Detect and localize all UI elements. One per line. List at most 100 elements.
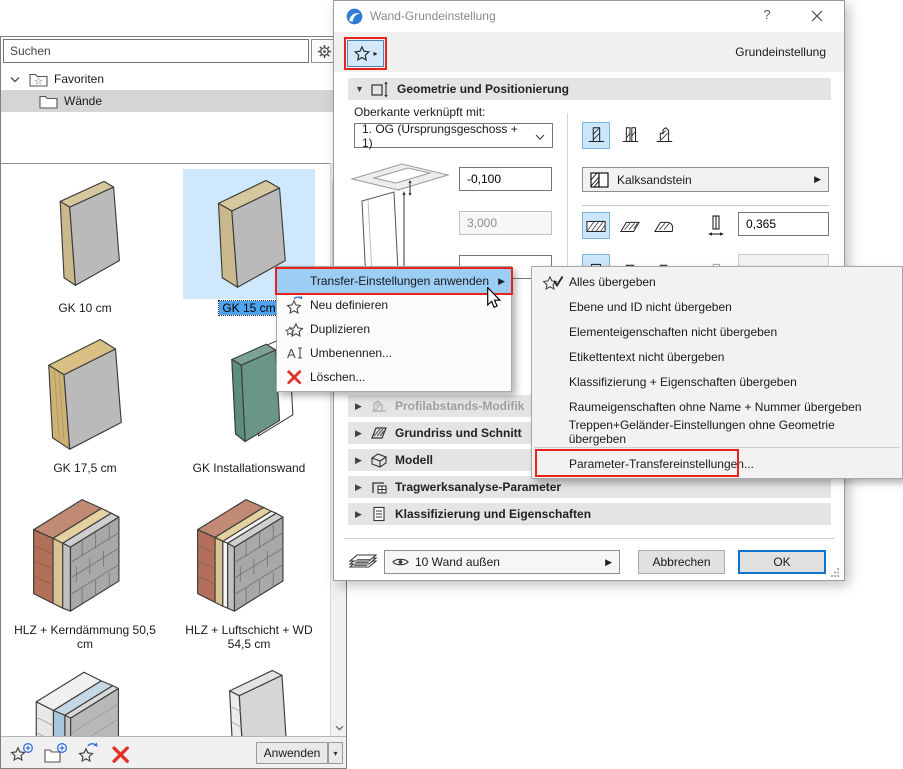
section-geometry[interactable]: ▼ Geometrie und Positionierung <box>348 78 831 100</box>
delete-favorite-icon[interactable] <box>112 742 136 764</box>
mode-label: Grundeinstellung <box>735 45 826 59</box>
star-check-icon <box>539 272 566 292</box>
story-select[interactable]: 1. OG (Ursprungsgeschoss + 1) <box>354 122 553 150</box>
submenu-item-no-label-text[interactable]: Etikettentext nicht übergeben <box>532 344 902 369</box>
duplicate-star-icon <box>282 319 307 339</box>
submenu-arrow-icon: ▶ <box>498 275 505 286</box>
submenu-item-no-layer-id[interactable]: Ebene und ID nicht übergeben <box>532 294 902 319</box>
favorite-item-partial-2[interactable] <box>169 656 329 736</box>
favorite-item-hlz-luftschicht[interactable]: HLZ + Luftschicht + WD 54,5 cm <box>169 485 329 651</box>
submenu-item-no-element-properties[interactable]: Elementeigenschaften nicht übergeben <box>532 319 902 344</box>
wall-height-input[interactable] <box>459 211 552 235</box>
ok-button[interactable]: OK <box>738 550 826 574</box>
submenu-item-parameter-transfer-settings[interactable]: Parameter-Transfereinstellungen... <box>532 451 902 476</box>
divider <box>567 113 568 283</box>
collapse-arrow-icon[interactable]: ▼ <box>355 84 364 94</box>
wall-thumbnail <box>197 499 284 612</box>
wall-thumbnail <box>33 499 120 612</box>
building-material-button[interactable]: Kalksandstein ▶ <box>582 167 829 192</box>
crosssection-full-button[interactable] <box>582 212 610 239</box>
expand-arrow-icon[interactable]: ▶ <box>355 482 363 493</box>
new-folder-icon[interactable] <box>44 742 68 764</box>
wall-type-double-button[interactable] <box>616 122 644 149</box>
submenu-item-transfer-all[interactable]: Alles übergeben <box>532 269 902 294</box>
wall-type-profiled-button[interactable] <box>650 122 678 149</box>
menu-item-delete[interactable]: Löschen... <box>277 365 511 389</box>
submenu-item-stair-railing-settings[interactable]: Treppen+Geländer-Einstellungen ohne Geom… <box>532 417 902 446</box>
expand-arrow-icon[interactable]: ▶ <box>355 509 363 520</box>
mouse-cursor <box>486 287 501 309</box>
chevron-down-icon[interactable] <box>10 76 20 83</box>
tree-item-favorites[interactable]: ☆ Favoriten <box>1 68 346 90</box>
favorite-item-partial-1[interactable] <box>5 656 165 736</box>
section-structural-analysis[interactable]: ▶ Tragwerksanalyse-Parameter <box>348 476 831 498</box>
close-icon[interactable] <box>802 10 832 22</box>
tree-item-label: Wände <box>64 94 103 108</box>
favorite-label: HLZ + Luftschicht + WD 54,5 cm <box>185 623 313 651</box>
submenu-item-label: Etikettentext nicht übergeben <box>569 349 725 364</box>
star-refresh-icon <box>282 295 307 315</box>
menu-item-duplicate[interactable]: Duplizieren <box>277 317 511 341</box>
submenu-item-label: Treppen+Geländer-Einstellungen ohne Geom… <box>568 417 835 446</box>
help-button[interactable]: ? <box>752 7 782 22</box>
rename-icon: A <box>282 343 307 363</box>
section-classification[interactable]: ▶ Klassifizierung und Eigenschaften <box>348 503 831 525</box>
favorite-item-gk10[interactable]: GK 10 cm <box>5 169 165 315</box>
search-input[interactable] <box>3 39 309 63</box>
cancel-button[interactable]: Abbrechen <box>638 550 725 574</box>
resize-grip[interactable] <box>831 568 840 577</box>
favorites-grid: GK 10 cm GK 15 cm GK 17,5 cm GK Installa… <box>1 163 330 736</box>
material-arrow-icon: ▶ <box>814 174 821 184</box>
new-favorite-icon[interactable] <box>10 742 34 764</box>
sloped-hatch-icon <box>620 221 640 232</box>
favorite-item-gk175[interactable]: GK 17,5 cm <box>5 329 165 475</box>
wall-preview-sketch <box>350 163 450 282</box>
wall-thickness-glyph <box>702 212 730 239</box>
favorites-panel: ▸ ☆ Favoriten Wände <box>0 36 347 769</box>
crosssection-sloped-button[interactable] <box>616 212 644 239</box>
layer-arrow-icon: ▶ <box>605 556 612 567</box>
section-label: Klassifizierung und Eigenschaften <box>395 507 592 521</box>
profile-section-icon <box>372 400 386 412</box>
apply-dropdown-arrow[interactable]: ▾ <box>328 742 343 764</box>
material-value: Kalksandstein <box>617 172 692 187</box>
favorites-star-button[interactable]: ▸ <box>344 37 387 70</box>
folder-icon <box>39 94 58 109</box>
cancel-label: Abbrechen <box>652 555 711 569</box>
menu-item-redefine[interactable]: Neu definieren <box>277 293 511 317</box>
straight-wall-icon <box>588 126 605 142</box>
material-hatch-icon <box>590 171 609 188</box>
submenu-item-zone-properties[interactable]: Raumeigenschaften ohne Name + Nummer übe… <box>532 394 902 419</box>
panel-toolbar: Anwenden ▾ <box>1 736 346 768</box>
favorite-label-selected[interactable]: GK 15 cm <box>218 300 280 316</box>
dialog-titlebar[interactable]: Wand-Grundeinstellung ? <box>334 1 844 32</box>
apply-button[interactable]: Anwenden <box>256 742 328 764</box>
expand-arrow-icon[interactable]: ▶ <box>355 428 363 439</box>
wall-thumbnail <box>48 338 122 450</box>
expand-arrow-icon[interactable]: ▶ <box>355 455 363 466</box>
submenu-item-label: Raumeigenschaften ohne Name + Nummer übe… <box>569 399 862 414</box>
menu-item-rename[interactable]: A Umbenennen... <box>277 341 511 365</box>
favorite-label: GK Installationswand <box>192 461 306 475</box>
expand-arrow-icon[interactable]: ▶ <box>355 401 363 412</box>
scrollbar-down-icon[interactable] <box>331 719 347 736</box>
gear-icon <box>317 44 332 59</box>
favorites-folder-icon: ☆ <box>29 72 48 87</box>
layer-combo[interactable]: 10 Wand außen ▶ <box>384 550 620 574</box>
tree-item-walls[interactable]: Wände <box>1 90 346 112</box>
wall-thickness-input[interactable] <box>738 212 829 236</box>
favorite-context-menu: Transfer-Einstellungen anwenden ▶ Neu de… <box>275 266 513 392</box>
wall-type-straight-button[interactable] <box>582 122 610 149</box>
submenu-item-classification-properties[interactable]: Klassifizierung + Eigenschaften übergebe… <box>532 369 902 394</box>
profiled-wall-icon <box>656 126 673 142</box>
model-section-icon <box>370 453 388 468</box>
delete-x-icon <box>282 369 307 385</box>
redefine-favorite-icon[interactable] <box>78 742 102 764</box>
divider <box>344 538 834 539</box>
top-offset-input[interactable] <box>459 167 552 191</box>
favorite-item-hlz-kerndaemmung[interactable]: HLZ + Kerndämmung 50,5 cm <box>5 485 165 651</box>
crosssection-curved-button[interactable] <box>650 212 678 239</box>
menu-item-transfer-settings[interactable]: Transfer-Einstellungen anwenden ▶ <box>275 267 513 295</box>
apply-button-label: Anwenden <box>263 746 321 760</box>
menu-item-label: Löschen... <box>310 370 366 384</box>
